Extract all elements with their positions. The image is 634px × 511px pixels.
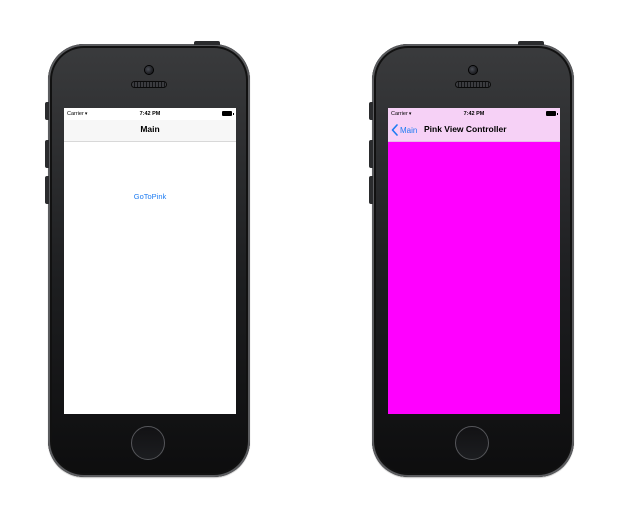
- volume-down-button: [45, 176, 49, 204]
- battery-icon: [222, 111, 234, 116]
- navigation-bar: Main Pink View Controller: [388, 120, 560, 142]
- screen-main: Carrier▾ 7:42 PM Main GoToPink: [64, 108, 236, 414]
- nav-title: Main: [140, 124, 160, 134]
- camera-icon: [145, 66, 153, 74]
- power-button: [518, 41, 544, 45]
- battery-icon: [546, 111, 558, 116]
- volume-up-button: [45, 140, 49, 168]
- mute-switch: [45, 102, 49, 120]
- screen-pink: Carrier▾ 7:42 PM Main Pink View Controll…: [388, 108, 560, 414]
- status-bar: Carrier▾ 7:42 PM: [388, 108, 560, 120]
- home-button[interactable]: [131, 426, 165, 460]
- status-time: 7:42 PM: [139, 111, 161, 117]
- navigation-bar: Main: [64, 120, 236, 142]
- home-button[interactable]: [455, 426, 489, 460]
- status-bar: Carrier▾ 7:42 PM: [64, 108, 236, 120]
- go-to-pink-button[interactable]: GoToPink: [64, 192, 236, 201]
- mute-switch: [369, 102, 373, 120]
- back-button[interactable]: Main: [391, 124, 417, 136]
- chevron-left-icon: [391, 124, 398, 136]
- power-button: [194, 41, 220, 45]
- volume-up-button: [369, 140, 373, 168]
- iphone-left: Carrier▾ 7:42 PM Main GoToPink: [45, 41, 250, 477]
- volume-down-button: [369, 176, 373, 204]
- iphone-right: Carrier▾ 7:42 PM Main Pink View Controll…: [369, 41, 574, 477]
- back-button-label: Main: [400, 125, 418, 135]
- nav-title: Pink View Controller: [424, 124, 507, 134]
- camera-icon: [469, 66, 477, 74]
- speaker-icon: [456, 82, 490, 87]
- status-time: 7:42 PM: [463, 111, 485, 117]
- speaker-icon: [132, 82, 166, 87]
